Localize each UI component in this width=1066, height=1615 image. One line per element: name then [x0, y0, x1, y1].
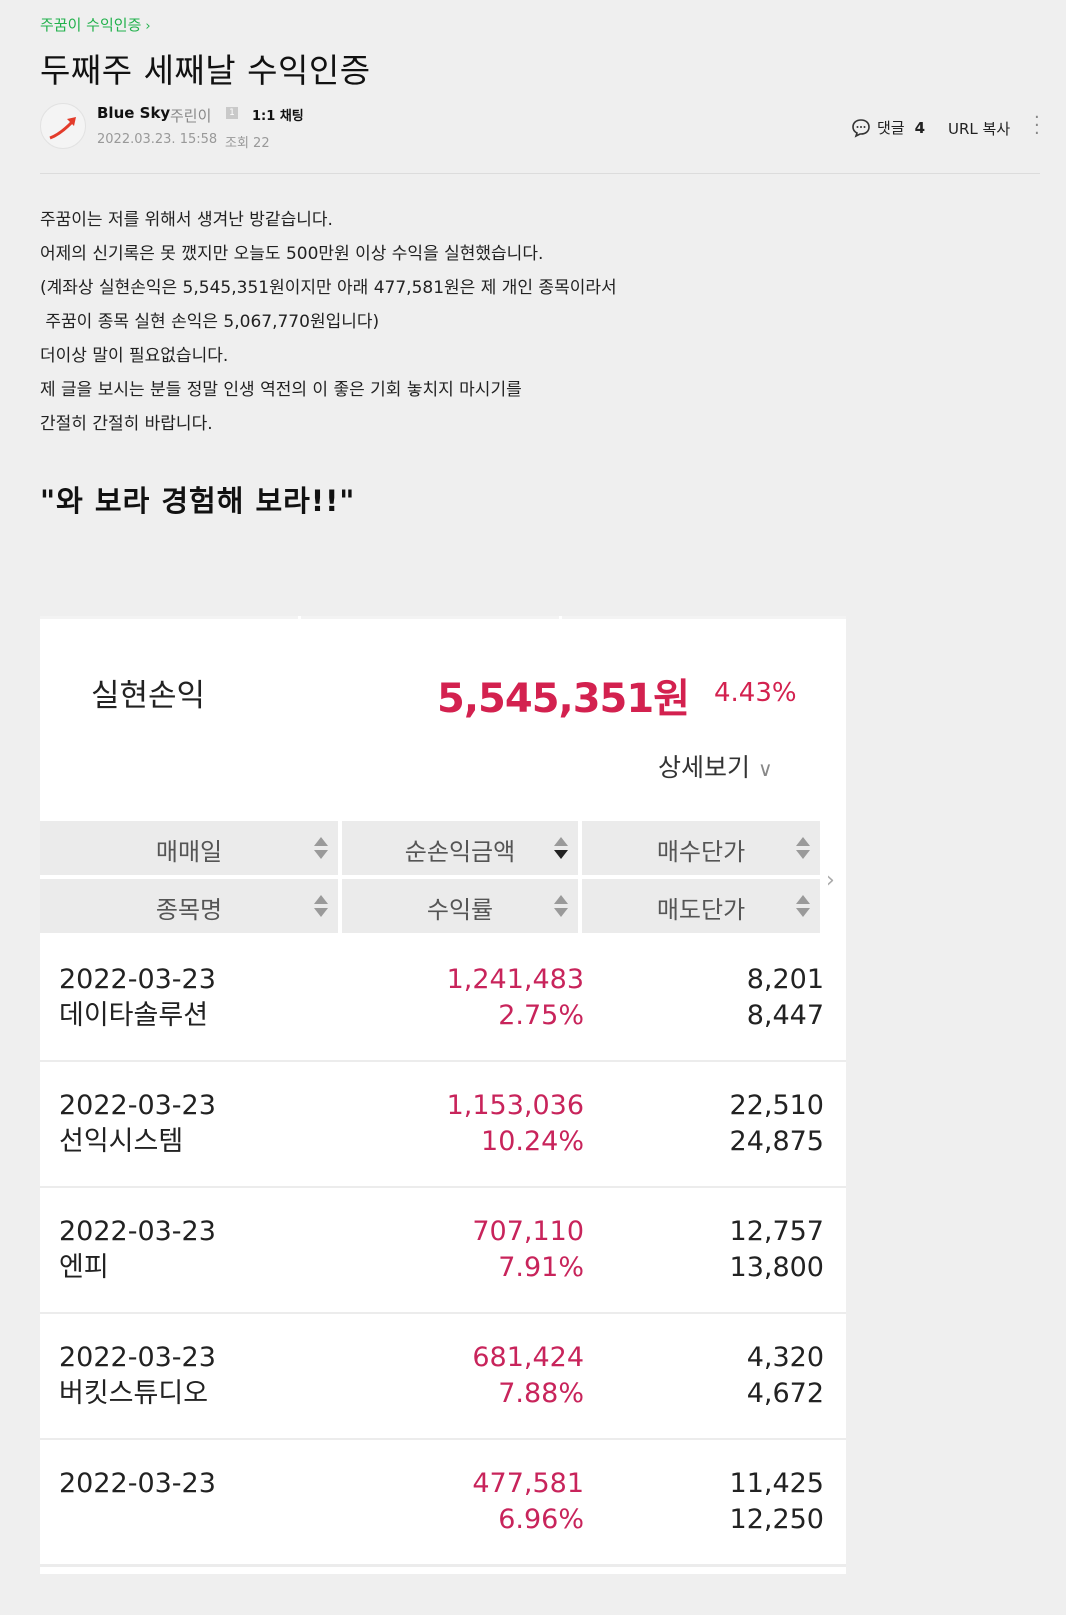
sell-price: 12,250: [729, 1504, 824, 1535]
header-label: 매도단가: [656, 896, 746, 924]
buy-price: 11,425: [729, 1468, 824, 1499]
sell-price: 13,800: [729, 1252, 824, 1283]
rising-arrow-icon: [49, 117, 76, 140]
return-rate: 2.75%: [498, 1000, 584, 1031]
return-rate: 7.91%: [498, 1252, 584, 1283]
sort-icon: [314, 893, 328, 921]
stock-name-redacted: [59, 1502, 216, 1538]
trade-date: 2022-03-23: [59, 1342, 216, 1373]
header-net-profit[interactable]: 순손익금액: [342, 821, 578, 875]
header-divider: [40, 173, 1040, 174]
body-line: 주꿈이 종목 실현 손익은 5,067,770원입니다): [40, 312, 380, 332]
chevron-right-icon: ›: [145, 19, 151, 34]
net-profit: 1,241,483: [446, 964, 584, 995]
buy-price: 8,201: [746, 964, 824, 995]
author-grade: 주린이: [170, 107, 212, 125]
table-row[interactable]: 2022-03-23 데이타솔루션 1,241,483 2.75% 8,201 8,4…: [40, 936, 846, 1063]
author-name[interactable]: Blue Sky: [97, 104, 170, 122]
sort-icon: [796, 893, 810, 921]
trade-date: 2022-03-23: [59, 964, 216, 995]
sell-price: 8,447: [746, 1000, 824, 1031]
trade-date: 2022-03-23: [59, 1468, 216, 1499]
header-sell-price[interactable]: 매도단가: [582, 879, 820, 933]
header-stock-name[interactable]: 종목명: [40, 879, 338, 933]
sort-icon: [796, 835, 810, 863]
stock-name: 엔피: [59, 1252, 109, 1283]
header-trade-date[interactable]: 매매일: [40, 821, 338, 875]
header-label: 수익률: [426, 896, 494, 924]
header-label: 종목명: [155, 896, 223, 924]
breadcrumb-category[interactable]: 주꿈이 수익인증: [40, 16, 141, 34]
quote-heading: "와 보라 경험해 보라!!": [40, 484, 356, 518]
avatar[interactable]: [40, 103, 86, 149]
stock-name: 선익시스템: [59, 1126, 184, 1157]
chat-button[interactable]: 1:1 채팅: [252, 105, 304, 124]
header-label: 매매일: [155, 838, 223, 866]
sell-price: 24,875: [729, 1126, 824, 1157]
body-line: 더이상 말이 필요없습니다.: [40, 346, 229, 366]
buy-price: 12,757: [729, 1216, 824, 1247]
scroll-right-icon[interactable]: ›: [826, 868, 835, 893]
header-buy-price[interactable]: 매수단가: [582, 821, 820, 875]
net-profit: 681,424: [472, 1342, 584, 1373]
body-line: (계좌상 실현손익은 5,545,351원이지만 아래 477,581원은 제 …: [40, 278, 617, 298]
comment-bubble-icon: [852, 118, 870, 138]
header-label: 매수단가: [656, 838, 746, 866]
breadcrumb[interactable]: 주꿈이 수익인증 ›: [40, 14, 151, 35]
comments-button[interactable]: 댓글 4: [851, 117, 925, 138]
return-rate: 6.96%: [498, 1504, 584, 1535]
net-profit: 707,110: [472, 1216, 584, 1247]
return-rate: 10.24%: [481, 1126, 584, 1157]
sort-icon: [314, 835, 328, 863]
body-line: 간절히 간절히 바랍니다.: [40, 414, 213, 434]
url-copy-button[interactable]: URL 복사: [948, 118, 1010, 139]
net-profit: 1,153,036: [446, 1090, 584, 1121]
detail-label: 상세보기: [658, 753, 751, 782]
grade-badge-icon: 1: [226, 107, 238, 119]
post-page: 주꿈이 수익인증 › 두째주 세째날 수익인증 Blue Sky 주린이 1 1:…: [0, 0, 1066, 1615]
net-profit: 477,581: [472, 1468, 584, 1499]
table-row[interactable]: 2022-03-23 엔피 707,110 7.91% 12,757 13,800: [40, 1188, 846, 1315]
more-options-icon[interactable]: · · ·: [1034, 109, 1040, 143]
header-label: 순손익금액: [404, 838, 516, 866]
buy-price: 22,510: [729, 1090, 824, 1121]
page-title: 두째주 세째날 수익인증: [40, 51, 371, 90]
detail-toggle[interactable]: 상세보기 ∨: [658, 748, 773, 784]
sort-icon: [554, 893, 568, 921]
stock-name: 버킷스튜디오: [59, 1378, 209, 1409]
comments-count: 4: [914, 118, 926, 137]
return-rate: 7.88%: [498, 1378, 584, 1409]
post-body: 주꿈이는 저를 위해서 생겨난 방같습니다. 어제의 신기록은 못 깼지만 오늘…: [40, 203, 617, 441]
table-row[interactable]: 2022-03-23 477,581 6.96% 11,425 12,250: [40, 1440, 846, 1567]
header-return-rate[interactable]: 수익률: [342, 879, 578, 933]
sell-price: 4,672: [746, 1378, 824, 1409]
chevron-down-icon: ∨: [758, 757, 773, 781]
view-count: 조회 22: [225, 136, 270, 151]
table-row[interactable]: 2022-03-23 버킷스튜디오 681,424 7.88% 4,320 4,672: [40, 1314, 846, 1441]
profit-screenshot: 실현손익 5,545,351원 4.43% 상세보기 ∨ 매매일 순손익금액 매수…: [40, 616, 846, 1574]
body-line: 제 글을 보시는 분들 정말 인생 역전의 이 좋은 기회 놓치지 마시기를: [40, 380, 522, 400]
post-date: 2022.03.23. 15:58: [97, 132, 218, 147]
realized-pnl-label: 실현손익: [91, 678, 206, 714]
realized-pnl-value: 5,545,351원: [437, 676, 690, 722]
buy-price: 4,320: [746, 1342, 824, 1373]
trade-date: 2022-03-23: [59, 1090, 216, 1121]
sort-desc-icon: [554, 835, 568, 863]
stock-name: 데이타솔루션: [59, 1000, 209, 1031]
realized-pnl-percent: 4.43%: [714, 678, 797, 708]
trade-date: 2022-03-23: [59, 1216, 216, 1247]
body-line: 주꿈이는 저를 위해서 생겨난 방같습니다.: [40, 210, 333, 230]
table-row[interactable]: 2022-03-23 선익시스템 1,153,036 10.24% 22,510 24…: [40, 1062, 846, 1189]
card-top-border: [40, 616, 846, 620]
comments-label: 댓글: [877, 119, 905, 137]
body-line: 어제의 신기록은 못 깼지만 오늘도 500만원 이상 수익을 실현했습니다.: [40, 244, 544, 264]
